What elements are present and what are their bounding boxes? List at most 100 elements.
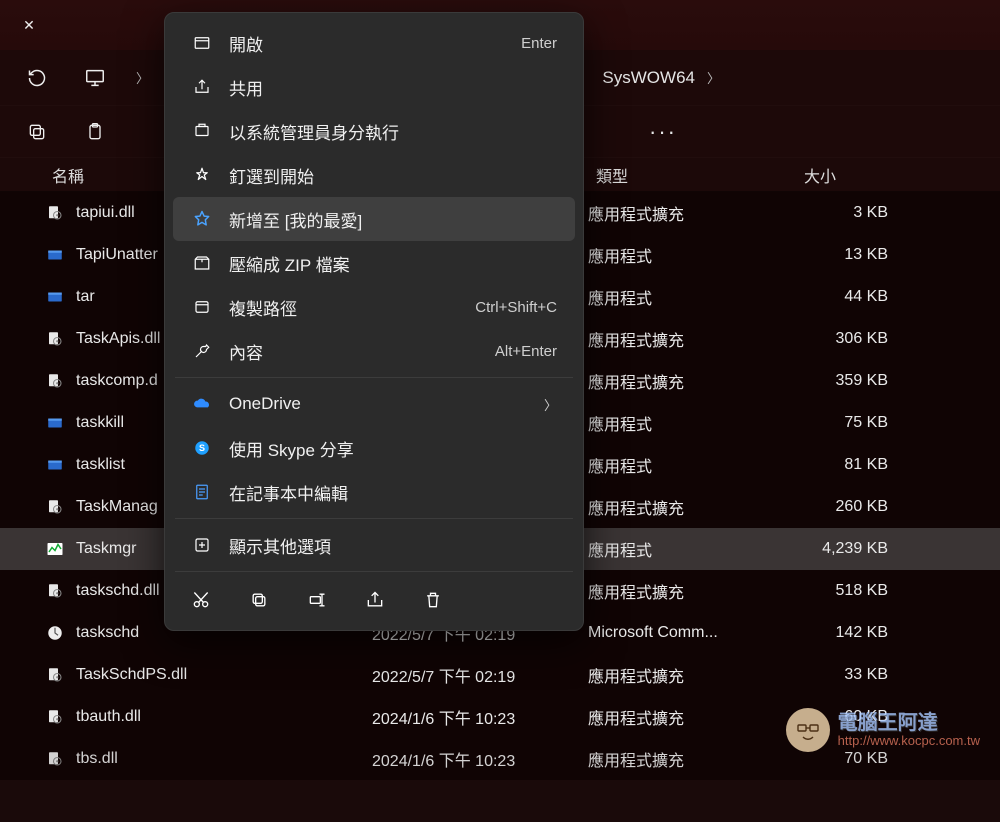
menu-share[interactable]: 共用 [173, 65, 575, 109]
file-type-icon [44, 580, 66, 602]
menu-label: 使用 Skype 分享 [229, 436, 557, 461]
more-options-icon [191, 534, 213, 556]
menu-shortcut: Alt+Enter [495, 343, 557, 360]
menu-separator [175, 571, 573, 572]
file-size: 75 KB [788, 414, 900, 432]
share-icon [191, 76, 213, 98]
delete-icon[interactable] [419, 586, 447, 614]
column-size[interactable]: 大小 [804, 163, 914, 187]
file-type-icon [44, 454, 66, 476]
menu-label: 在記事本中編輯 [229, 480, 557, 505]
file-size: 13 KB [788, 246, 900, 264]
copy-button[interactable] [20, 115, 54, 149]
menu-compress-zip[interactable]: 壓縮成 ZIP 檔案 [173, 241, 575, 285]
file-type-icon [44, 622, 66, 644]
file-date: 2024/1/6 下午 10:23 [372, 747, 588, 771]
file-type: 應用程式擴充 [588, 747, 788, 771]
context-menu: 開啟 Enter 共用 以系統管理員身分執行 釘選到開始 新增至 [我的最愛] … [164, 12, 584, 631]
file-type-icon [44, 538, 66, 560]
menu-open[interactable]: 開啟 Enter [173, 21, 575, 65]
watermark-avatar [786, 708, 830, 752]
menu-label: 複製路徑 [229, 295, 459, 320]
chevron-right-icon: 〉 [136, 68, 149, 87]
share-icon[interactable] [361, 586, 389, 614]
this-pc-icon[interactable] [78, 61, 112, 95]
menu-onedrive[interactable]: OneDrive 〉 [173, 382, 575, 426]
menu-skype-share[interactable]: S 使用 Skype 分享 [173, 426, 575, 470]
file-type-icon [44, 748, 66, 770]
file-type: 應用程式擴充 [588, 579, 788, 603]
menu-label: 壓縮成 ZIP 檔案 [229, 251, 557, 276]
file-type-icon [44, 286, 66, 308]
menu-pin-start[interactable]: 釘選到開始 [173, 153, 575, 197]
refresh-button[interactable] [20, 61, 54, 95]
shield-icon [191, 120, 213, 142]
paste-button[interactable] [78, 115, 112, 149]
file-size: 260 KB [788, 498, 900, 516]
menu-separator [175, 377, 573, 378]
file-date: 2022/5/7 下午 02:19 [372, 663, 588, 687]
menu-shortcut: Ctrl+Shift+C [475, 299, 557, 316]
file-type-icon [44, 412, 66, 434]
breadcrumb-segment[interactable]: SysWOW64 [602, 68, 695, 88]
onedrive-icon [191, 393, 213, 415]
menu-label: 顯示其他選項 [229, 533, 557, 558]
rename-icon[interactable] [303, 586, 331, 614]
menu-action-row [169, 576, 579, 622]
menu-label: 共用 [229, 75, 557, 100]
menu-copy-path[interactable]: 複製路徑 Ctrl+Shift+C [173, 285, 575, 329]
watermark: 電腦王阿達 http://www.kocpc.com.tw [786, 708, 980, 752]
file-type-icon [44, 244, 66, 266]
file-size: 518 KB [788, 582, 900, 600]
menu-label: 開啟 [229, 31, 505, 56]
file-type: 應用程式擴充 [588, 495, 788, 519]
menu-show-more[interactable]: 顯示其他選項 [173, 523, 575, 567]
file-name: tbs.dll [76, 750, 372, 768]
zip-icon [191, 252, 213, 274]
file-type-icon [44, 370, 66, 392]
file-type: 應用程式擴充 [588, 705, 788, 729]
tab[interactable]: ✕ [0, 5, 58, 45]
watermark-title: 電腦王阿達 [838, 712, 980, 734]
skype-icon: S [191, 437, 213, 459]
file-name: tbauth.dll [76, 708, 372, 726]
file-type-icon [44, 328, 66, 350]
chevron-right-icon: 〉 [544, 395, 557, 414]
pin-icon [191, 164, 213, 186]
file-size: 4,239 KB [788, 540, 900, 558]
menu-label: 釘選到開始 [229, 163, 557, 188]
file-name: TaskSchdPS.dll [76, 666, 372, 684]
file-size: 70 KB [788, 750, 900, 768]
file-size: 33 KB [788, 666, 900, 684]
file-row[interactable]: TaskSchdPS.dll2022/5/7 下午 02:19應用程式擴充33 … [0, 654, 1000, 696]
chevron-right-icon: 〉 [707, 68, 720, 87]
menu-separator [175, 518, 573, 519]
menu-shortcut: Enter [521, 35, 557, 52]
file-type: 應用程式 [588, 243, 788, 267]
menu-label: OneDrive [229, 394, 528, 414]
file-size: 359 KB [788, 372, 900, 390]
file-size: 81 KB [788, 456, 900, 474]
file-type: 應用程式擴充 [588, 663, 788, 687]
file-type: 應用程式 [588, 285, 788, 309]
more-actions-button[interactable]: ··· [646, 115, 680, 149]
menu-edit-notepad[interactable]: 在記事本中編輯 [173, 470, 575, 514]
menu-run-as-admin[interactable]: 以系統管理員身分執行 [173, 109, 575, 153]
cut-icon[interactable] [187, 586, 215, 614]
file-type: 應用程式擴充 [588, 369, 788, 393]
column-type[interactable]: 類型 [596, 163, 804, 187]
copy-path-icon [191, 296, 213, 318]
svg-text:S: S [199, 443, 205, 453]
breadcrumb[interactable]: SysWOW64 〉 [602, 68, 720, 88]
file-type: 應用程式 [588, 537, 788, 561]
file-date: 2024/1/6 下午 10:23 [372, 705, 588, 729]
file-type-icon [44, 664, 66, 686]
file-size: 44 KB [788, 288, 900, 306]
close-tab-icon[interactable]: ✕ [20, 16, 38, 34]
copy-icon[interactable] [245, 586, 273, 614]
file-size: 3 KB [788, 204, 900, 222]
ellipsis-icon: ··· [649, 119, 677, 145]
menu-add-to-favorites[interactable]: 新增至 [我的最愛] [173, 197, 575, 241]
file-size: 142 KB [788, 624, 900, 642]
menu-properties[interactable]: 內容 Alt+Enter [173, 329, 575, 373]
